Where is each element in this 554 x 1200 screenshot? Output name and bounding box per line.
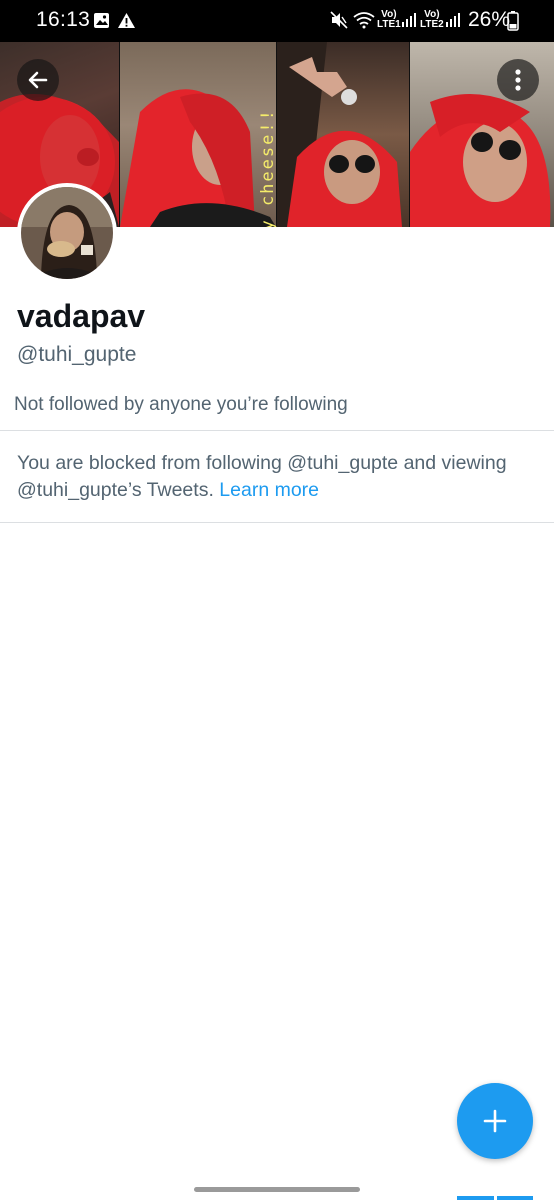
back-button[interactable]: [17, 59, 59, 101]
sim2-label-bottom: LTE2: [420, 19, 444, 30]
wifi-icon: [353, 11, 375, 34]
battery-percent: 26%: [468, 8, 511, 31]
banner-overlay-text: say cheese!!: [258, 108, 278, 227]
followers-you-know-text[interactable]: Not followed by anyone you’re following: [14, 394, 348, 416]
blocked-notice: You are blocked from following @tuhi_gup…: [17, 450, 547, 504]
sim1-label: Vo) LTE1: [377, 10, 401, 30]
battery-icon: [507, 11, 519, 36]
compose-tweet-button[interactable]: [457, 1083, 533, 1159]
status-bar: 16:13 Vo) LTE1 Vo) LTE2 26%: [0, 0, 554, 42]
banner-photo-2: [120, 42, 276, 227]
more-vertical-icon: [515, 69, 521, 91]
sim2-label: Vo) LTE2: [420, 10, 444, 30]
divider: [0, 522, 554, 523]
learn-more-link[interactable]: Learn more: [219, 479, 319, 501]
display-name: vadapav: [17, 298, 146, 334]
divider: [0, 430, 554, 431]
bottom-edge-mark: [457, 1196, 494, 1200]
signal-icon: [401, 12, 417, 33]
bottom-edge-mark: [497, 1196, 533, 1200]
home-indicator[interactable]: [194, 1187, 360, 1192]
avatar[interactable]: [17, 183, 117, 283]
more-options-button[interactable]: [497, 59, 539, 101]
arrow-left-icon: [28, 71, 48, 89]
sim1-label-bottom: LTE1: [377, 19, 401, 30]
alert-icon: [117, 12, 136, 34]
banner-photo-3: [277, 42, 409, 227]
status-time: 16:13: [36, 8, 91, 31]
signal-icon-2: [445, 12, 461, 33]
gallery-icon: [93, 12, 110, 34]
mute-icon: [330, 11, 348, 34]
plus-icon: [483, 1109, 507, 1133]
profile-handle: @tuhi_gupte: [17, 343, 137, 366]
